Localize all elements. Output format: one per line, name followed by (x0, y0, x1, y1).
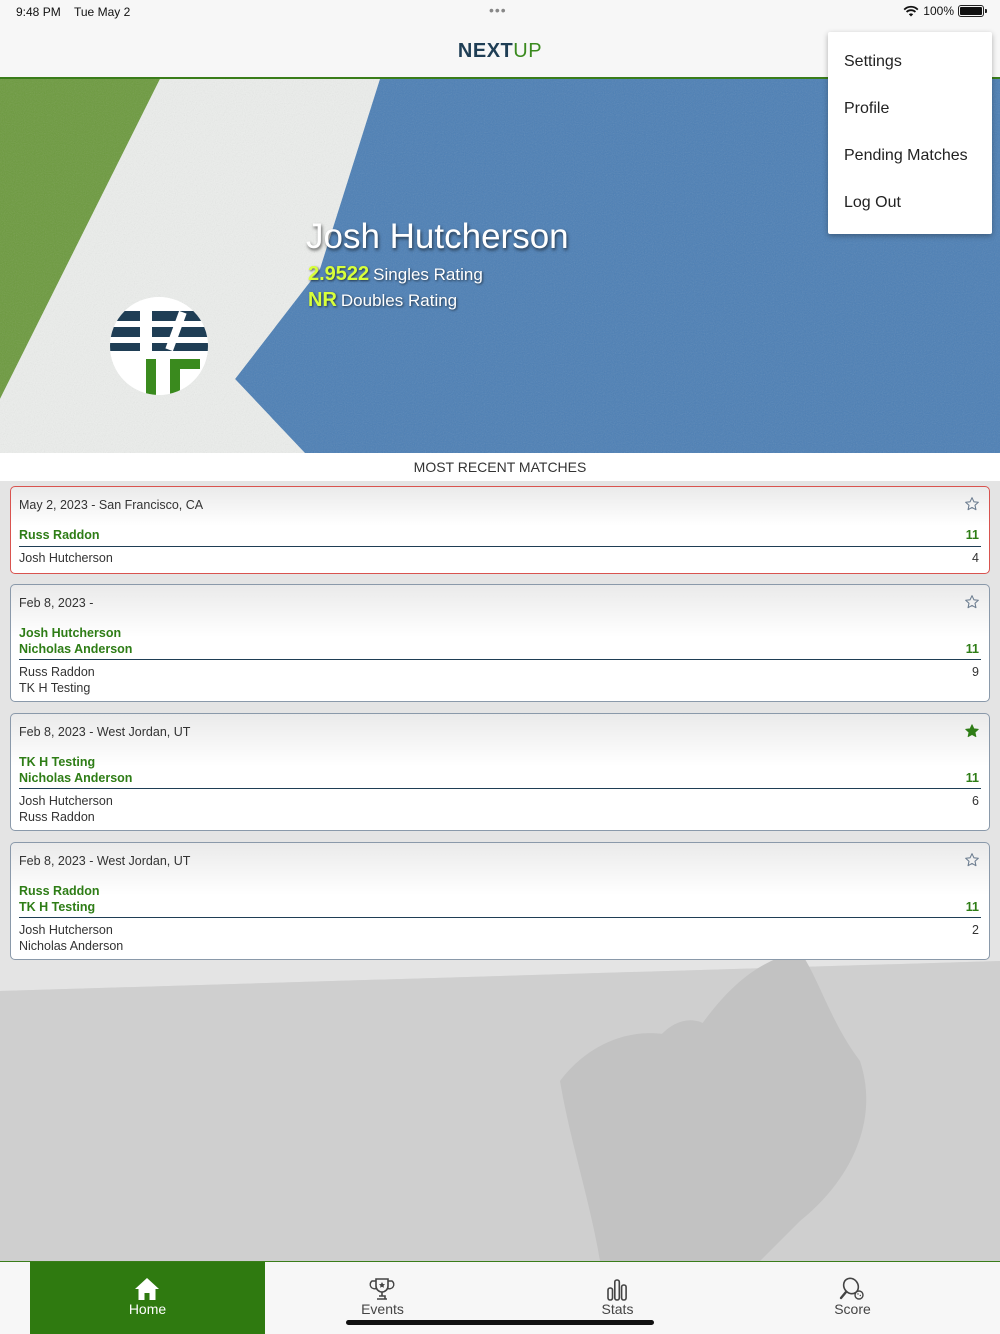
paddle-ball-icon (839, 1277, 864, 1300)
doubles-rating-value: NR (308, 289, 337, 311)
loser-name: Josh Hutcherson (19, 923, 113, 937)
match-card[interactable]: Feb 8, 2023 - West Jordan, UT TK H Testi… (10, 713, 990, 831)
score-divider (19, 917, 981, 918)
star-outline-icon[interactable] (964, 496, 980, 512)
status-date: Tue May 2 (74, 5, 131, 19)
status-indicators: 100% (903, 4, 987, 18)
home-icon (135, 1278, 159, 1300)
loser-score: 6 (972, 794, 979, 808)
logo-up: UP (513, 40, 543, 62)
nextup-logo-avatar-icon (110, 297, 208, 395)
loser-name: Nicholas Anderson (19, 939, 124, 953)
wifi-icon (903, 5, 919, 17)
battery-percent: 100% (923, 4, 954, 18)
winner-score: 11 (965, 642, 979, 656)
loser-name: Josh Hutcherson (19, 551, 113, 565)
status-time: 9:48 PM (16, 5, 61, 19)
winner-name: Nicholas Anderson (19, 642, 133, 656)
star-filled-icon[interactable] (964, 723, 980, 739)
winner-name: TK H Testing (19, 755, 96, 769)
star-outline-icon[interactable] (964, 852, 980, 868)
loser-name: Russ Raddon (19, 810, 95, 824)
menu-item-profile[interactable]: Profile (844, 100, 889, 118)
score-divider (19, 788, 981, 789)
status-bar: 9:48 PM Tue May 2 ••• 100% (0, 0, 1000, 26)
loser-name: Josh Hutcherson (19, 794, 113, 808)
winner-name: TK H Testing (19, 900, 96, 914)
loser-score: 4 (972, 551, 979, 565)
singles-rating-value: 2.9522 (308, 263, 370, 285)
section-title: MOST RECENT MATCHES (0, 453, 1000, 481)
loser-score: 9 (972, 665, 979, 679)
tab-home[interactable]: Home (30, 1262, 265, 1334)
singles-rating-label: Singles Rating (373, 265, 483, 284)
winner-score: 11 (965, 771, 979, 785)
logo-next: NEXT (457, 40, 514, 62)
singles-rating: 2.9522 Singles Rating (308, 263, 483, 286)
winner-name: Russ Raddon (19, 528, 100, 542)
match-card[interactable]: Feb 8, 2023 - Josh Hutcherson Nicholas A… (10, 584, 990, 702)
doubles-rating: NR Doubles Rating (308, 289, 457, 312)
menu-item-pending-matches[interactable]: Pending Matches (844, 147, 968, 165)
winner-name: Russ Raddon (19, 884, 100, 898)
trophy-icon (369, 1278, 395, 1300)
loser-score: 2 (972, 923, 979, 937)
tab-stats-label: Stats (601, 1301, 634, 1317)
battery-icon (958, 5, 987, 17)
tab-score[interactable]: Score (735, 1262, 970, 1334)
match-date: Feb 8, 2023 - (19, 596, 94, 610)
account-menu: Settings Profile Pending Matches Log Out (828, 32, 992, 234)
loser-name: TK H Testing (19, 681, 91, 695)
tab-home-label: Home (128, 1301, 167, 1317)
winner-name: Josh Hutcherson (19, 626, 122, 640)
match-date: May 2, 2023 - San Francisco, CA (19, 498, 204, 512)
menu-item-log-out[interactable]: Log Out (844, 194, 901, 212)
menu-item-settings[interactable]: Settings (844, 53, 902, 71)
match-date: Feb 8, 2023 - West Jordan, UT (19, 725, 191, 739)
doubles-rating-label: Doubles Rating (340, 291, 458, 310)
match-card[interactable]: Feb 8, 2023 - West Jordan, UT Russ Raddo… (10, 842, 990, 960)
tab-score-label: Score (834, 1301, 871, 1317)
loser-name: Russ Raddon (19, 665, 95, 679)
winner-score: 11 (965, 528, 979, 542)
home-indicator[interactable] (346, 1320, 654, 1325)
tab-events-label: Events (361, 1301, 404, 1317)
match-card[interactable]: May 2, 2023 - San Francisco, CA Russ Rad… (10, 486, 990, 574)
match-date: Feb 8, 2023 - West Jordan, UT (19, 854, 191, 868)
bar-chart-icon (607, 1279, 627, 1301)
score-divider (19, 659, 981, 660)
winner-score: 11 (965, 900, 979, 914)
score-divider (19, 546, 981, 547)
star-outline-icon[interactable] (964, 594, 980, 610)
multitasking-dots-icon[interactable]: ••• (489, 2, 507, 18)
winner-name: Nicholas Anderson (19, 771, 133, 785)
avatar[interactable] (110, 297, 208, 395)
profile-name: Josh Hutcherson (306, 217, 569, 256)
